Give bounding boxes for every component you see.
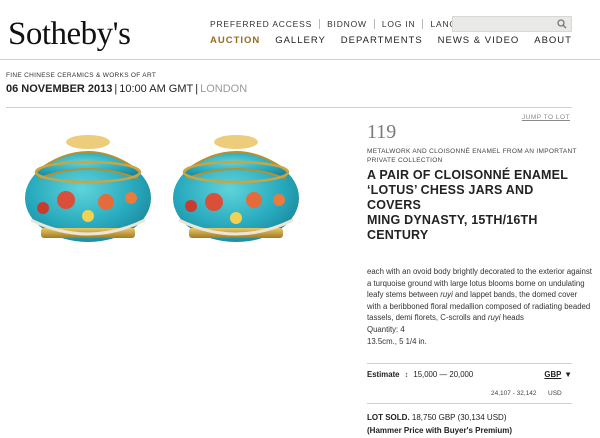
estimate-dash: — bbox=[439, 370, 448, 379]
lot-sold: LOT SOLD. 18,750 GBP (30,134 USD) bbox=[367, 413, 506, 422]
converted-currency: USD bbox=[548, 390, 562, 397]
lot-subtitle: METALWORK AND CLOISONNÉ ENAMEL FROM AN I… bbox=[367, 148, 577, 164]
search-input[interactable] bbox=[452, 16, 572, 32]
sothebys-logo[interactable]: Sotheby's bbox=[8, 16, 131, 53]
jump-to-lot-link[interactable]: JUMP TO LOT bbox=[522, 114, 570, 121]
lot-title-line: CENTURY bbox=[367, 228, 429, 242]
lot-dimensions: 13.5cm., 5 1/4 in. bbox=[367, 336, 427, 346]
lot-title-line: COVERS bbox=[367, 198, 421, 212]
nav-auction[interactable]: AUCTION bbox=[210, 35, 260, 46]
lot-number: 119 bbox=[367, 121, 397, 143]
preferred-access-link[interactable]: PREFERRED ACCESS bbox=[210, 19, 319, 29]
sale-location: LONDON bbox=[200, 83, 248, 95]
estimate-low: 15,000 bbox=[413, 370, 438, 379]
lot-description: each with an ovoid body brightly decorat… bbox=[367, 267, 592, 346]
login-link[interactable]: LOG IN bbox=[373, 19, 423, 29]
estimate-label: Estimate bbox=[367, 370, 400, 379]
lot-title-line: ‘LOTUS’ CHESS JARS AND bbox=[367, 183, 534, 197]
sort-arrows-icon[interactable]: ↕ bbox=[402, 372, 412, 379]
lot-sold-label: LOT SOLD. bbox=[367, 413, 410, 422]
sale-dateline: 06 NOVEMBER 2013 | 10:00 AM GMT | LONDON bbox=[6, 83, 248, 95]
lot-title-line: MING DYNASTY, 15TH/16TH bbox=[367, 213, 538, 227]
currency-selector[interactable]: GBP ▼ bbox=[544, 370, 572, 379]
sale-time: 10:00 AM GMT bbox=[119, 83, 194, 95]
nav-news-video[interactable]: NEWS & VIDEO bbox=[438, 35, 520, 46]
bidnow-link[interactable]: BIDNOW bbox=[319, 19, 374, 29]
department-label[interactable]: FINE CHINESE CERAMICS & WORKS OF ART bbox=[6, 72, 156, 79]
estimate-high: 20,000 bbox=[449, 370, 474, 379]
lot-title-line: A PAIR OF CLOISONNÉ ENAMEL bbox=[367, 168, 569, 182]
estimate-top-divider bbox=[367, 363, 572, 364]
main-nav: AUCTION GALLERY DEPARTMENTS NEWS & VIDEO… bbox=[210, 35, 572, 46]
currency-code[interactable]: GBP bbox=[544, 370, 561, 379]
estimate-row: Estimate ↕ 15,000 — 20,000 GBP ▼ bbox=[367, 370, 572, 379]
lot-quantity: Quantity: 4 bbox=[367, 324, 405, 334]
left-jar bbox=[25, 135, 151, 242]
estimate-bottom-divider bbox=[367, 403, 572, 404]
dropdown-arrow-icon[interactable]: ▼ bbox=[564, 370, 572, 379]
hammer-price-note: (Hammer Price with Buyer's Premium) bbox=[367, 426, 513, 435]
sale-divider bbox=[6, 107, 572, 108]
nav-gallery[interactable]: GALLERY bbox=[275, 35, 326, 46]
nav-departments[interactable]: DEPARTMENTS bbox=[341, 35, 423, 46]
lot-sold-amount: 18,750 GBP (30,134 USD) bbox=[411, 413, 507, 422]
nav-about[interactable]: ABOUT bbox=[534, 35, 572, 46]
right-jar bbox=[173, 135, 299, 242]
lot-title: A PAIR OF CLOISONNÉ ENAMEL ‘LOTUS’ CHESS… bbox=[367, 168, 592, 243]
search-icon[interactable] bbox=[557, 19, 567, 29]
converted-estimate: 24,107 - 32,142 bbox=[491, 390, 537, 397]
header-divider bbox=[0, 59, 600, 60]
lot-image[interactable] bbox=[11, 120, 311, 245]
sale-date: 06 NOVEMBER 2013 bbox=[6, 83, 113, 95]
